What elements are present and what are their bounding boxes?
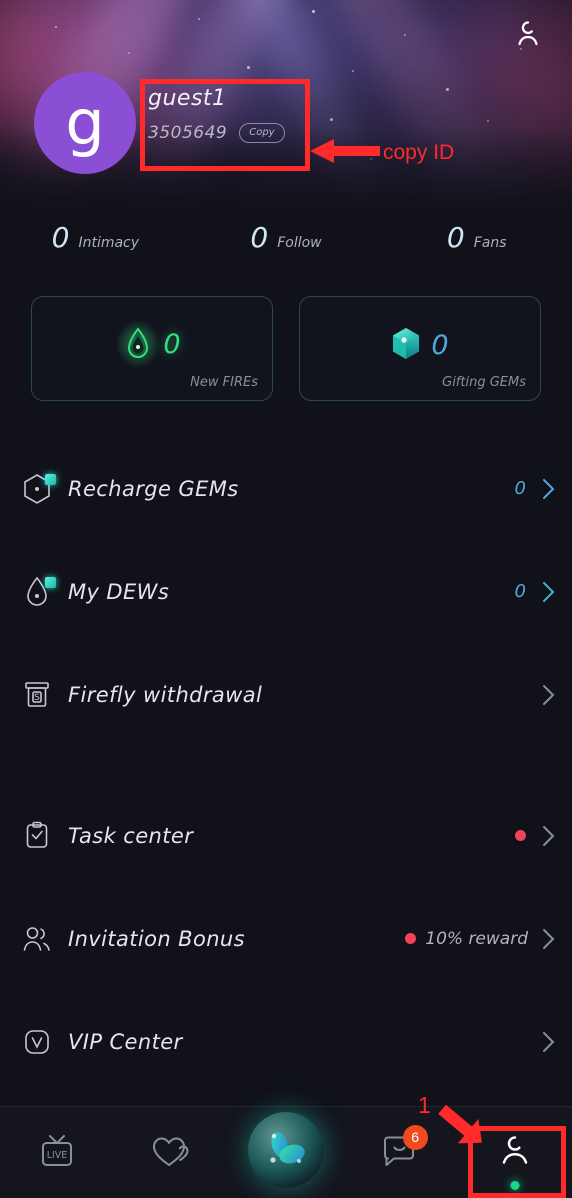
profile-person-icon <box>495 1131 535 1175</box>
hexagon-gem-icon <box>14 473 60 505</box>
chevron-right-icon <box>540 1031 556 1053</box>
menu-item-label: My DEWs <box>68 579 170 604</box>
message-count-badge: 6 <box>402 1124 428 1150</box>
atm-withdraw-icon: S <box>14 679 60 711</box>
menu-item-firefly-withdrawal[interactable]: S Firefly withdrawal <box>0 643 572 746</box>
stat-follow[interactable]: 0 Follow <box>191 224 382 280</box>
chevron-right-icon <box>540 825 556 847</box>
stat-intimacy[interactable]: 0 Intimacy <box>0 224 191 280</box>
chevron-right-icon <box>540 581 556 603</box>
stat-value: 0 <box>250 221 269 254</box>
nav-item-profile[interactable] <box>458 1107 572 1198</box>
menu-item-extra: 10% reward <box>425 928 528 949</box>
app-screen: g guest1 3505649 Copy copy ID 0 Intimacy… <box>0 0 572 1198</box>
summary-cards: 0 New FIREs 0 Gifting GEMs <box>31 296 541 401</box>
double-heart-icon <box>151 1132 193 1174</box>
card-gifting-gems[interactable]: 0 Gifting GEMs <box>299 296 541 401</box>
gem-icon <box>391 327 421 364</box>
menu-item-value: 0 <box>514 581 526 602</box>
bottom-navigation: LIVE 6 <box>0 1106 572 1198</box>
nav-item-follow[interactable] <box>114 1107 228 1198</box>
menu-item-label: Invitation Bonus <box>68 926 245 951</box>
annotation-label-step-1: 1 <box>418 1092 431 1118</box>
stats-row: 0 Intimacy 0 Follow 0 Fans <box>0 224 572 280</box>
avatar-letter: g <box>65 86 105 159</box>
svg-text:S: S <box>34 693 40 703</box>
chevron-right-icon <box>540 478 556 500</box>
stat-label: Follow <box>277 235 322 251</box>
menu-item-recharge-gems[interactable]: Recharge GEMs 0 <box>0 437 572 540</box>
stat-value: 0 <box>51 221 70 254</box>
active-indicator-dot <box>510 1180 520 1190</box>
status-badge-dot <box>515 830 526 841</box>
stat-label: Intimacy <box>78 235 140 251</box>
card-caption: New FIREs <box>190 375 258 390</box>
account-person-icon[interactable] <box>510 16 546 52</box>
menu-item-label: Task center <box>68 823 194 848</box>
menu-item-value: 0 <box>514 478 526 499</box>
stat-value: 0 <box>446 221 465 254</box>
card-value: 0 <box>431 330 449 361</box>
nav-item-messages[interactable]: 6 <box>343 1107 457 1198</box>
menu-item-invitation-bonus[interactable]: Invitation Bonus 10% reward <box>0 887 572 990</box>
menu-item-label: VIP Center <box>68 1029 183 1054</box>
status-badge-dot <box>405 933 417 944</box>
user-identity-block: guest1 3505649 Copy <box>148 86 298 143</box>
username: guest1 <box>148 86 227 111</box>
user-id: 3505649 <box>148 123 228 143</box>
card-new-fires[interactable]: 0 New FIREs <box>31 296 273 401</box>
chevron-right-icon <box>540 684 556 706</box>
nav-item-live[interactable]: LIVE <box>0 1107 114 1198</box>
two-people-icon <box>14 924 60 954</box>
droplet-icon <box>14 576 60 608</box>
chevron-right-icon <box>540 928 556 950</box>
live-tv-icon: LIVE <box>37 1131 77 1175</box>
stat-fans[interactable]: 0 Fans <box>381 224 572 280</box>
svg-text:LIVE: LIVE <box>47 1150 68 1161</box>
menu-item-label: Firefly withdrawal <box>68 682 263 707</box>
annotation-label-copy-id: copy ID <box>383 141 455 164</box>
card-caption: Gifting GEMs <box>442 375 526 390</box>
stat-label: Fans <box>473 235 507 251</box>
nav-item-home-orb[interactable] <box>229 1107 343 1198</box>
menu-item-label: Recharge GEMs <box>68 476 239 501</box>
card-value: 0 <box>163 328 181 360</box>
menu-item-my-dews[interactable]: My DEWs 0 <box>0 540 572 643</box>
menu-list: Recharge GEMs 0 My DEWs 0 S Firefly with… <box>0 437 572 1183</box>
copy-id-button[interactable]: Copy <box>239 123 285 143</box>
menu-item-vip-center[interactable]: VIP Center <box>0 990 572 1093</box>
butterfly-orb-icon <box>248 1111 325 1188</box>
flame-icon <box>115 319 162 369</box>
vip-icon <box>14 1027 60 1057</box>
avatar[interactable]: g <box>34 72 136 174</box>
menu-item-task-center[interactable]: Task center <box>0 784 572 887</box>
clipboard-check-icon <box>14 820 60 852</box>
